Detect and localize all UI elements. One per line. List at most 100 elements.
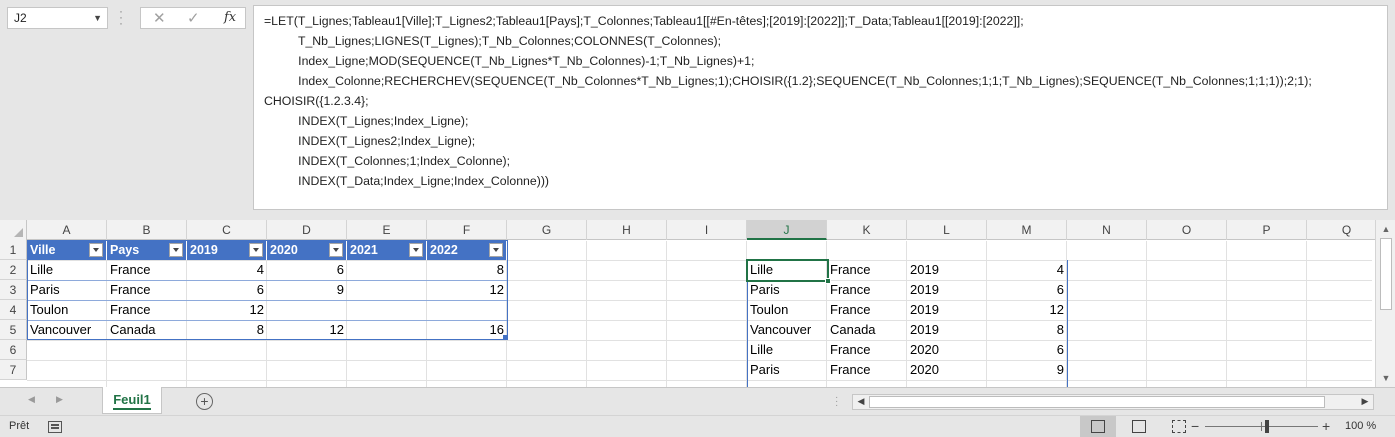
- filter-dropdown-icon[interactable]: [89, 243, 103, 257]
- spill-cell[interactable]: Lille: [747, 260, 827, 280]
- table-cell[interactable]: 8: [427, 260, 507, 280]
- table-header-cell[interactable]: 2021: [347, 240, 427, 260]
- table-cell[interactable]: 6: [267, 260, 347, 280]
- table-cell[interactable]: 8: [187, 320, 267, 340]
- next-sheet-icon[interactable]: ▶: [56, 394, 63, 405]
- column-header-e[interactable]: E: [347, 220, 427, 240]
- spill-cell[interactable]: France: [827, 340, 907, 360]
- filter-dropdown-icon[interactable]: [249, 243, 263, 257]
- spill-cell[interactable]: Vancouver: [747, 320, 827, 340]
- table-cell[interactable]: Vancouver: [27, 320, 107, 340]
- table-cell[interactable]: Toulon: [27, 300, 107, 320]
- column-header-l[interactable]: L: [907, 220, 987, 240]
- select-all-button[interactable]: [0, 220, 27, 240]
- column-header-h[interactable]: H: [587, 220, 667, 240]
- table-cell[interactable]: France: [107, 300, 187, 320]
- zoom-in-icon[interactable]: +: [1322, 418, 1330, 434]
- table-header-cell[interactable]: Ville: [27, 240, 107, 260]
- table-cell[interactable]: Lille: [27, 260, 107, 280]
- column-header-n[interactable]: N: [1067, 220, 1147, 240]
- scroll-left-icon[interactable]: ◀: [855, 396, 867, 407]
- filter-dropdown-icon[interactable]: [329, 243, 343, 257]
- column-header-f[interactable]: F: [427, 220, 507, 240]
- row-header-3[interactable]: 3: [0, 280, 27, 300]
- table-cell[interactable]: Canada: [107, 320, 187, 340]
- accessibility-icon[interactable]: [48, 421, 62, 433]
- spill-cell[interactable]: 2020: [907, 340, 987, 360]
- column-header-m[interactable]: M: [987, 220, 1067, 240]
- worksheet-grid[interactable]: ABCDEFGHIJKLMNOPQ 1 2 3 4 5 6 7 Ville Pays 2019 20…: [0, 220, 1395, 387]
- page-break-view-icon[interactable]: [1172, 420, 1186, 433]
- table-cell[interactable]: [347, 260, 427, 280]
- name-box[interactable]: J2 ▼: [7, 7, 108, 29]
- chevron-down-icon[interactable]: ▼: [93, 13, 102, 23]
- filter-dropdown-icon[interactable]: [409, 243, 423, 257]
- table-header-cell[interactable]: 2019: [187, 240, 267, 260]
- scroll-up-icon[interactable]: ▲: [1380, 223, 1392, 235]
- more-options-icon[interactable]: · · ·: [119, 5, 125, 29]
- table-resize-handle[interactable]: [503, 335, 508, 340]
- enter-icon[interactable]: ✓: [187, 9, 200, 27]
- spill-cell[interactable]: 6: [987, 280, 1067, 300]
- spill-cell[interactable]: Paris: [747, 360, 827, 380]
- column-header-g[interactable]: G: [507, 220, 587, 240]
- spill-cell[interactable]: 9: [987, 360, 1067, 380]
- column-header-j[interactable]: J: [747, 220, 827, 240]
- table-cell[interactable]: 4: [187, 260, 267, 280]
- row-header-5[interactable]: 5: [0, 320, 27, 340]
- spill-cell[interactable]: 2019: [907, 300, 987, 320]
- table-cell[interactable]: [347, 320, 427, 340]
- filter-dropdown-icon[interactable]: [489, 243, 503, 257]
- column-header-c[interactable]: C: [187, 220, 267, 240]
- prev-sheet-icon[interactable]: ◀: [28, 394, 35, 405]
- vertical-scrollbar[interactable]: ▲ ▼: [1375, 220, 1395, 387]
- table-cell[interactable]: 12: [187, 300, 267, 320]
- table-cell[interactable]: 9: [267, 280, 347, 300]
- fill-handle[interactable]: [825, 278, 831, 284]
- zoom-level[interactable]: 100 %: [1345, 420, 1376, 432]
- vertical-scroll-thumb[interactable]: [1380, 238, 1392, 310]
- spill-cell[interactable]: France: [827, 360, 907, 380]
- spill-cell[interactable]: Paris: [747, 280, 827, 300]
- scroll-right-icon[interactable]: ▶: [1359, 396, 1371, 407]
- formula-input[interactable]: =LET(T_Lignes;Tableau1[Ville];T_Lignes2;…: [253, 5, 1388, 210]
- spill-cell[interactable]: Lille: [747, 340, 827, 360]
- table-cell[interactable]: 6: [187, 280, 267, 300]
- column-header-i[interactable]: I: [667, 220, 747, 240]
- table-cell[interactable]: [267, 300, 347, 320]
- table-cell[interactable]: 12: [427, 280, 507, 300]
- table-header-cell[interactable]: Pays: [107, 240, 187, 260]
- table-cell[interactable]: [347, 300, 427, 320]
- column-header-p[interactable]: P: [1227, 220, 1307, 240]
- row-header-2[interactable]: 2: [0, 260, 27, 280]
- spill-cell[interactable]: 2019: [907, 280, 987, 300]
- table-cell[interactable]: [347, 280, 427, 300]
- row-header-6[interactable]: 6: [0, 340, 27, 360]
- spill-cell[interactable]: 8: [987, 320, 1067, 340]
- spill-cell[interactable]: France: [827, 300, 907, 320]
- horizontal-scrollbar[interactable]: ◀ ▶: [852, 394, 1374, 410]
- sheet-tab-feuil1[interactable]: Feuil1: [102, 387, 162, 414]
- column-header-o[interactable]: O: [1147, 220, 1227, 240]
- row-header-1[interactable]: 1: [0, 240, 27, 260]
- table-header-cell[interactable]: 2022: [427, 240, 507, 260]
- cancel-icon[interactable]: ✕: [153, 9, 166, 27]
- table-header-cell[interactable]: 2020: [267, 240, 347, 260]
- table-cell[interactable]: Paris: [27, 280, 107, 300]
- spill-cell[interactable]: France: [827, 260, 907, 280]
- column-header-d[interactable]: D: [267, 220, 347, 240]
- spill-cell[interactable]: 2019: [907, 320, 987, 340]
- zoom-out-icon[interactable]: −: [1191, 418, 1199, 434]
- spill-cell[interactable]: 2019: [907, 260, 987, 280]
- page-layout-view-icon[interactable]: [1132, 420, 1146, 433]
- spill-cell[interactable]: Toulon: [747, 300, 827, 320]
- row-header-4[interactable]: 4: [0, 300, 27, 320]
- insert-function-button[interactable]: fx: [224, 10, 236, 25]
- table-cell[interactable]: [427, 300, 507, 320]
- row-header-7[interactable]: 7: [0, 360, 27, 380]
- spill-cell[interactable]: 4: [987, 260, 1067, 280]
- table-cell[interactable]: 12: [267, 320, 347, 340]
- horizontal-scroll-thumb[interactable]: [869, 396, 1325, 408]
- column-header-b[interactable]: B: [107, 220, 187, 240]
- normal-view-button[interactable]: [1080, 416, 1116, 437]
